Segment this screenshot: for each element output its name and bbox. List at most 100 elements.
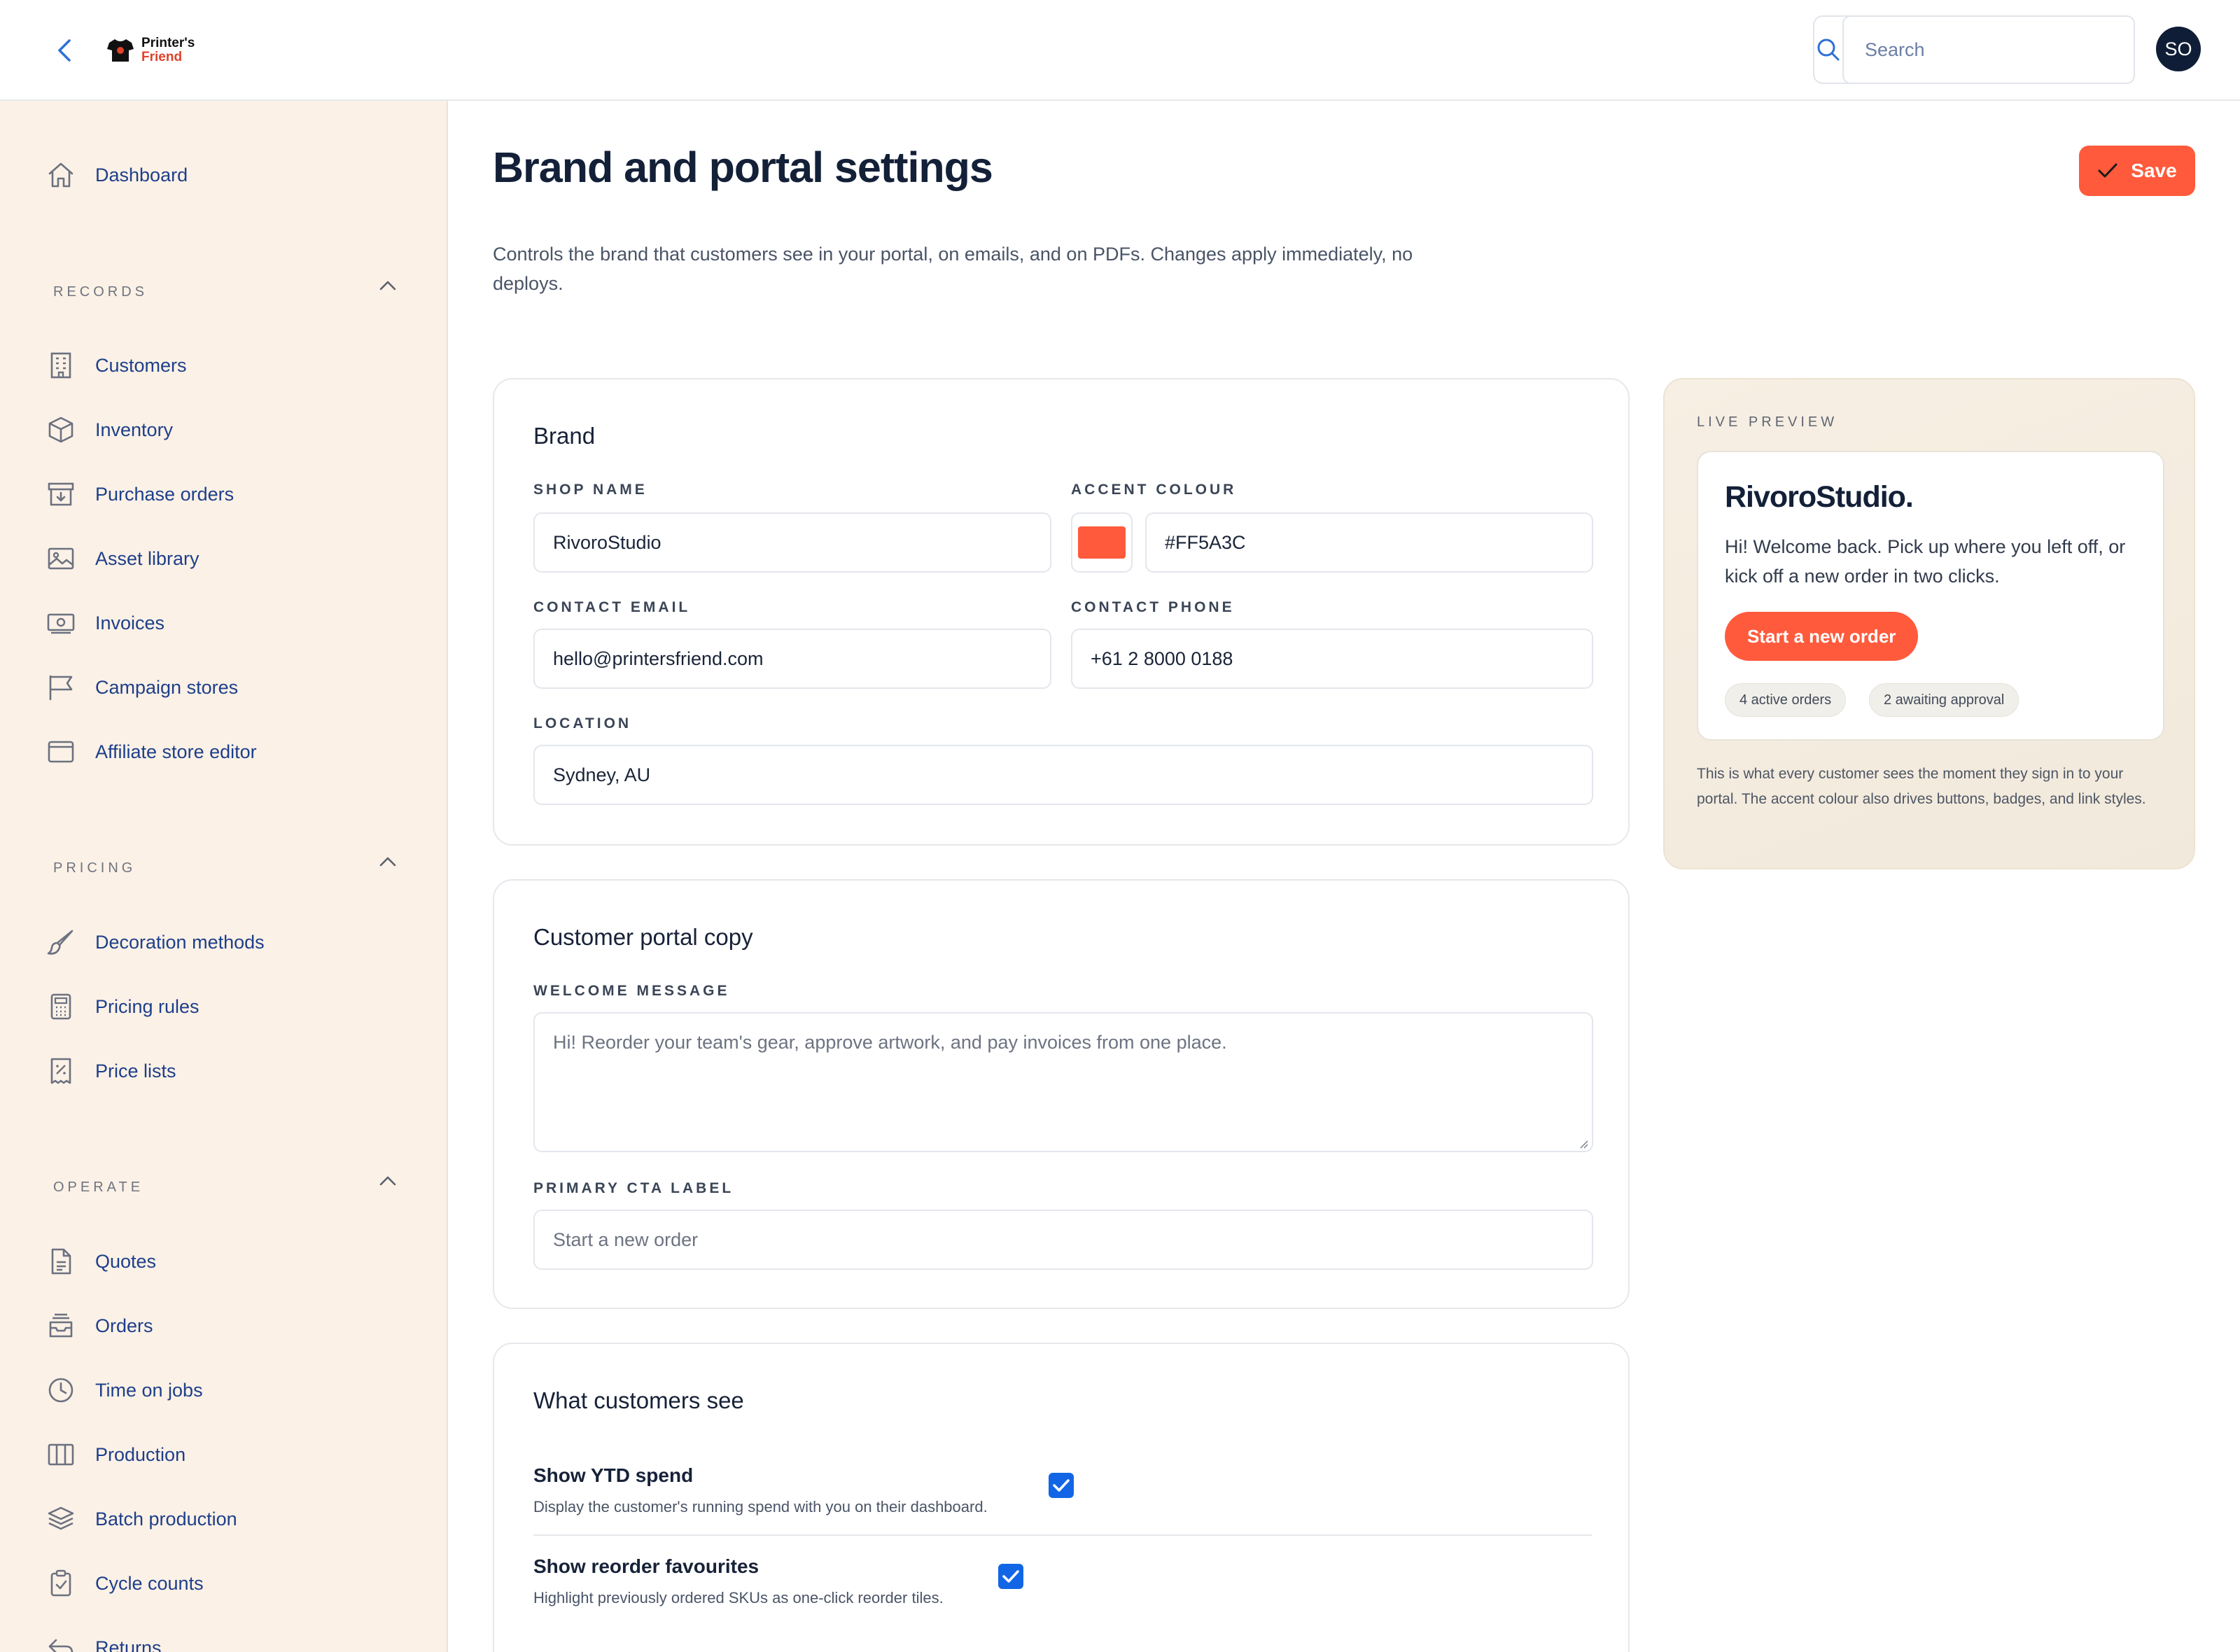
sidebar-item-customers[interactable]: Customers	[46, 346, 187, 385]
section-label-records: RECORDS	[53, 284, 148, 300]
preview-welcome-text: Hi! Welcome back. Pick up where you left…	[1725, 536, 2126, 587]
brand-card: Brand SHOP NAME RivoroStudio ACCENT COLO…	[493, 378, 1630, 846]
paintbrush-icon	[47, 930, 74, 955]
sidebar-item-invoices[interactable]: Invoices	[46, 603, 164, 643]
tshirt-logo-icon	[107, 39, 134, 62]
sidebar-item-quotes[interactable]: Quotes	[46, 1242, 156, 1281]
sidebar-item-decoration-methods[interactable]: Decoration methods	[46, 923, 265, 962]
shop-name-input[interactable]: RivoroStudio	[533, 512, 1051, 573]
home-icon	[48, 162, 74, 188]
image-icon	[48, 547, 74, 570]
calculator-icon	[50, 993, 71, 1020]
sidebar-item-label: Purchase orders	[95, 483, 234, 505]
preview-chip-active-orders: 4 active orders	[1725, 683, 1847, 717]
search-input[interactable]	[1842, 15, 2135, 84]
clipboard-check-icon	[50, 1569, 71, 1597]
browser-window-icon	[48, 741, 74, 763]
contact-phone-label: CONTACT PHONE	[1071, 599, 1235, 615]
visibility-card: What customers see Show YTD spend Displa…	[493, 1343, 1630, 1652]
accent-colour-label: ACCENT COLOUR	[1071, 482, 1237, 498]
avatar[interactable]: SO	[2156, 27, 2201, 71]
toggle-title: Show YTD spend	[533, 1464, 694, 1486]
contact-email-label: CONTACT EMAIL	[533, 599, 691, 615]
chevron-up-icon[interactable]	[377, 1170, 399, 1192]
sidebar-item-label: Asset library	[95, 547, 200, 569]
chevron-left-icon	[58, 39, 71, 62]
shop-name-label: SHOP NAME	[533, 482, 648, 498]
logo-line-1: Printer's	[141, 36, 195, 50]
sidebar-item-label: Price lists	[95, 1060, 176, 1082]
top-bar: Printer's Friend SO	[0, 0, 2240, 101]
sidebar-item-dashboard[interactable]: Dashboard	[46, 155, 188, 195]
box-icon	[48, 416, 74, 443]
sidebar-item-label: Affiliate store editor	[95, 741, 257, 762]
welcome-message-textarea[interactable]: Hi! Reorder your team's gear, approve ar…	[533, 1012, 1593, 1152]
card-title: Customer portal copy	[533, 924, 753, 950]
sidebar-item-production[interactable]: Production	[46, 1435, 186, 1474]
preview-chip-awaiting-approval: 2 awaiting approval	[1869, 683, 2019, 717]
sidebar-item-batch-production[interactable]: Batch production	[46, 1499, 237, 1539]
accent-colour-picker[interactable]	[1071, 512, 1133, 573]
contact-email-input[interactable]: hello@printersfriend.com	[533, 629, 1051, 689]
sidebar-item-campaign-stores[interactable]: Campaign stores	[46, 668, 238, 707]
sidebar-item-returns[interactable]: Returns	[46, 1628, 162, 1652]
primary-cta-input[interactable]: Start a new order	[533, 1210, 1593, 1270]
sidebar-item-pricing-rules[interactable]: Pricing rules	[46, 987, 200, 1026]
sidebar-item-inventory[interactable]: Inventory	[46, 410, 173, 449]
section-label-operate: OPERATE	[53, 1180, 144, 1195]
app-logo[interactable]: Printer's Friend	[106, 34, 195, 67]
sidebar-item-purchase-orders[interactable]: Purchase orders	[46, 475, 234, 514]
sidebar-item-price-lists[interactable]: Price lists	[46, 1051, 176, 1091]
save-button[interactable]: Save	[2079, 146, 2195, 196]
toggle-title: Show reorder favourites	[533, 1555, 760, 1577]
banknote-icon	[47, 613, 75, 634]
sidebar-item-label: Returns	[95, 1637, 162, 1652]
sidebar-item-label: Decoration methods	[95, 931, 265, 953]
back-button[interactable]	[46, 32, 83, 69]
page-description: Controls the brand that customers see in…	[493, 244, 1413, 294]
toggle-description: Highlight previously ordered SKUs as one…	[533, 1589, 944, 1606]
building-icon	[50, 352, 71, 379]
preview-card: RivoroStudio. Hi! Welcome back. Pick up …	[1697, 451, 2164, 741]
toggle-description: Display the customer's running spend wit…	[533, 1498, 988, 1516]
save-button-label: Save	[2131, 160, 2177, 181]
sidebar-item-label: Dashboard	[95, 164, 188, 186]
chevron-up-icon[interactable]	[377, 850, 399, 873]
location-label: LOCATION	[533, 715, 632, 732]
preview-cta-button[interactable]: Start a new order	[1725, 612, 1919, 661]
portal-copy-card: Customer portal copy WELCOME MESSAGE Hi!…	[493, 879, 1630, 1309]
live-preview-label: LIVE PREVIEW	[1697, 414, 1838, 430]
logo-line-2: Friend	[141, 50, 183, 64]
divider	[533, 1534, 1592, 1536]
layers-icon	[48, 1506, 74, 1530]
location-input[interactable]: Sydney, AU	[533, 745, 1593, 805]
sidebar: Dashboard RECORDS Customers Inventory Pu…	[0, 101, 448, 1652]
chevron-up-icon[interactable]	[377, 274, 399, 297]
receipt-percent-icon	[50, 1058, 71, 1084]
sidebar-item-label: Cycle counts	[95, 1572, 204, 1594]
sidebar-item-orders[interactable]: Orders	[46, 1306, 153, 1345]
return-arrow-icon	[48, 1639, 74, 1652]
sidebar-item-label: Time on jobs	[95, 1379, 203, 1401]
archive-icon	[48, 482, 74, 506]
flag-icon	[49, 675, 73, 701]
resize-handle-icon[interactable]	[1578, 1138, 1589, 1149]
section-label-pricing: PRICING	[53, 860, 136, 876]
contact-phone-input[interactable]: +61 2 8000 0188	[1071, 629, 1593, 689]
page-title: Brand and portal settings	[493, 144, 993, 191]
sidebar-item-label: Inventory	[95, 419, 174, 440]
sidebar-item-time-on-jobs[interactable]: Time on jobs	[46, 1371, 203, 1410]
columns-icon	[48, 1443, 74, 1466]
sidebar-item-asset-library[interactable]: Asset library	[46, 539, 200, 578]
show-ytd-spend-checkbox[interactable]	[1049, 1473, 1074, 1498]
search-icon[interactable]	[1814, 17, 1842, 83]
accent-colour-input[interactable]: #FF5A3C	[1145, 512, 1593, 573]
preview-brand-name: RivoroStudio.	[1725, 480, 1914, 514]
sidebar-item-label: Campaign stores	[95, 676, 239, 698]
card-title: Brand	[533, 423, 596, 449]
sidebar-item-label: Orders	[95, 1315, 153, 1336]
show-reorder-favourites-checkbox[interactable]	[998, 1564, 1023, 1589]
card-title: What customers see	[533, 1387, 744, 1413]
sidebar-item-affiliate-store-editor[interactable]: Affiliate store editor	[46, 732, 257, 771]
sidebar-item-cycle-counts[interactable]: Cycle counts	[46, 1564, 204, 1603]
